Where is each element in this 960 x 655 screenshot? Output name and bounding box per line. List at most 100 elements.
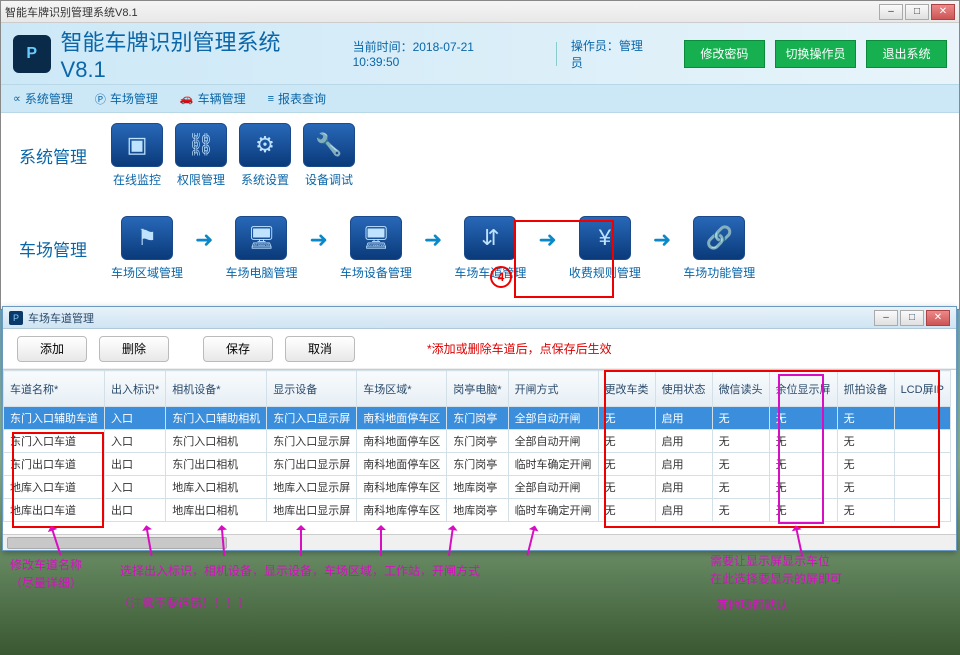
table-cell[interactable]: 启用 [655, 476, 712, 499]
card-permission[interactable]: ⛓权限管理 [175, 123, 227, 188]
table-cell[interactable]: 南科地库停车区 [357, 499, 447, 522]
table-row[interactable]: 地库出口车道出口地库出口相机地库出口显示屏南科地库停车区地库岗亭临时车确定开闸无… [4, 499, 951, 522]
add-button[interactable]: 添加 [17, 336, 87, 362]
table-cell[interactable] [894, 499, 950, 522]
table-cell[interactable]: 无 [837, 499, 894, 522]
table-cell[interactable]: 启用 [655, 453, 712, 476]
table-cell[interactable]: 无 [598, 407, 655, 430]
table-cell[interactable] [894, 453, 950, 476]
table-cell[interactable]: 无 [837, 476, 894, 499]
table-row[interactable]: 东门入口辅助车道入口东门入口辅助相机东门入口显示屏南科地面停车区东门岗亭全部自动… [4, 407, 951, 430]
table-cell[interactable]: 无 [769, 430, 837, 453]
table-cell[interactable]: 地库出口相机 [166, 499, 267, 522]
table-cell[interactable]: 地库出口显示屏 [267, 499, 357, 522]
col-header[interactable]: 相机设备* [166, 371, 267, 407]
table-cell[interactable]: 东门入口辅助相机 [166, 407, 267, 430]
col-header[interactable]: 微信读头 [712, 371, 769, 407]
col-header[interactable]: 开闸方式 [508, 371, 598, 407]
table-cell[interactable]: 启用 [655, 407, 712, 430]
menu-system[interactable]: ∝系统管理 [13, 90, 73, 107]
exit-system-button[interactable]: 退出系统 [866, 40, 947, 68]
table-cell[interactable]: 无 [712, 430, 769, 453]
table-cell[interactable]: 东门入口车道 [4, 430, 105, 453]
table-cell[interactable]: 东门出口显示屏 [267, 453, 357, 476]
table-cell[interactable]: 东门岗亭 [447, 453, 508, 476]
close-button[interactable]: ✕ [931, 4, 955, 20]
cancel-button[interactable]: 取消 [285, 336, 355, 362]
card-pc-mgmt[interactable]: 🖥车场电脑管理 [225, 216, 297, 281]
table-cell[interactable]: 东门岗亭 [447, 407, 508, 430]
change-password-button[interactable]: 修改密码 [684, 40, 765, 68]
table-row[interactable]: 地库入口车道入口地库入口相机地库入口显示屏南科地库停车区地库岗亭全部自动开闸无启… [4, 476, 951, 499]
col-header[interactable]: 车场区域* [357, 371, 447, 407]
table-row[interactable]: 东门入口车道入口东门入口相机东门入口显示屏南科地面停车区东门岗亭全部自动开闸无启… [4, 430, 951, 453]
table-cell[interactable]: 地库岗亭 [447, 499, 508, 522]
minimize-button[interactable]: – [879, 4, 903, 20]
table-cell[interactable]: 东门入口相机 [166, 430, 267, 453]
col-header[interactable]: 车道名称* [4, 371, 105, 407]
table-cell[interactable]: 无 [712, 476, 769, 499]
table-cell[interactable]: 无 [769, 453, 837, 476]
table-cell[interactable]: 无 [769, 476, 837, 499]
table-cell[interactable]: 东门入口显示屏 [267, 430, 357, 453]
table-cell[interactable] [894, 407, 950, 430]
save-button[interactable]: 保存 [203, 336, 273, 362]
table-cell[interactable]: 地库岗亭 [447, 476, 508, 499]
table-cell[interactable]: 临时车确定开闸 [508, 499, 598, 522]
delete-button[interactable]: 删除 [99, 336, 169, 362]
table-cell[interactable]: 入口 [105, 430, 166, 453]
switch-operator-button[interactable]: 切换操作员 [775, 40, 856, 68]
table-cell[interactable]: 无 [837, 430, 894, 453]
table-cell[interactable]: 全部自动开闸 [508, 407, 598, 430]
table-cell[interactable]: 无 [769, 499, 837, 522]
col-header[interactable]: 余位显示屏 [769, 371, 837, 407]
table-cell[interactable]: 无 [837, 407, 894, 430]
col-header[interactable]: 出入标识* [105, 371, 166, 407]
table-cell[interactable]: 无 [598, 430, 655, 453]
col-header[interactable]: 显示设备 [267, 371, 357, 407]
menu-vehicle[interactable]: 🚗车辆管理 [180, 90, 246, 107]
table-cell[interactable]: 东门岗亭 [447, 430, 508, 453]
table-cell[interactable]: 无 [598, 499, 655, 522]
table-cell[interactable]: 无 [598, 453, 655, 476]
col-header[interactable]: LCD屏IP [894, 371, 950, 407]
col-header[interactable]: 更改车类 [598, 371, 655, 407]
table-cell[interactable]: 启用 [655, 430, 712, 453]
table-row[interactable]: 东门出口车道出口东门出口相机东门出口显示屏南科地面停车区东门岗亭临时车确定开闸无… [4, 453, 951, 476]
table-cell[interactable]: 南科地库停车区 [357, 476, 447, 499]
sub-maximize-button[interactable]: □ [900, 310, 924, 326]
card-debug[interactable]: 🔧设备调试 [303, 123, 355, 188]
table-cell[interactable]: 南科地面停车区 [357, 430, 447, 453]
card-settings[interactable]: ⚙系统设置 [239, 123, 291, 188]
table-cell[interactable]: 地库入口车道 [4, 476, 105, 499]
table-cell[interactable]: 临时车确定开闸 [508, 453, 598, 476]
table-cell[interactable]: 入口 [105, 407, 166, 430]
table-cell[interactable]: 地库入口相机 [166, 476, 267, 499]
col-header[interactable]: 抓拍设备 [837, 371, 894, 407]
table-cell[interactable] [894, 430, 950, 453]
table-cell[interactable]: 出口 [105, 453, 166, 476]
menu-parking[interactable]: Ⓟ车场管理 [95, 90, 158, 107]
horizontal-scrollbar[interactable] [3, 534, 956, 550]
sub-close-button[interactable]: ✕ [926, 310, 950, 326]
col-header[interactable]: 岗亭电脑* [447, 371, 508, 407]
table-cell[interactable]: 东门入口辅助车道 [4, 407, 105, 430]
table-cell[interactable]: 无 [837, 453, 894, 476]
table-cell[interactable]: 无 [712, 407, 769, 430]
table-cell[interactable]: 无 [712, 453, 769, 476]
card-online-monitor[interactable]: ▣在线监控 [111, 123, 163, 188]
sub-minimize-button[interactable]: – [874, 310, 898, 326]
table-cell[interactable]: 无 [769, 407, 837, 430]
table-cell[interactable]: 地库入口显示屏 [267, 476, 357, 499]
card-area-mgmt[interactable]: ⚑车场区域管理 [111, 216, 183, 281]
table-cell[interactable]: 东门出口相机 [166, 453, 267, 476]
table-cell[interactable]: 南科地面停车区 [357, 453, 447, 476]
menu-report[interactable]: ≡报表查询 [268, 90, 326, 107]
lane-grid-wrap[interactable]: 车道名称*出入标识*相机设备*显示设备车场区域*岗亭电脑*开闸方式更改车类使用状… [3, 369, 956, 529]
table-cell[interactable] [894, 476, 950, 499]
card-func-mgmt[interactable]: 🔗车场功能管理 [683, 216, 755, 281]
table-cell[interactable]: 东门入口显示屏 [267, 407, 357, 430]
table-cell[interactable]: 无 [712, 499, 769, 522]
table-cell[interactable]: 入口 [105, 476, 166, 499]
table-cell[interactable]: 全部自动开闸 [508, 430, 598, 453]
